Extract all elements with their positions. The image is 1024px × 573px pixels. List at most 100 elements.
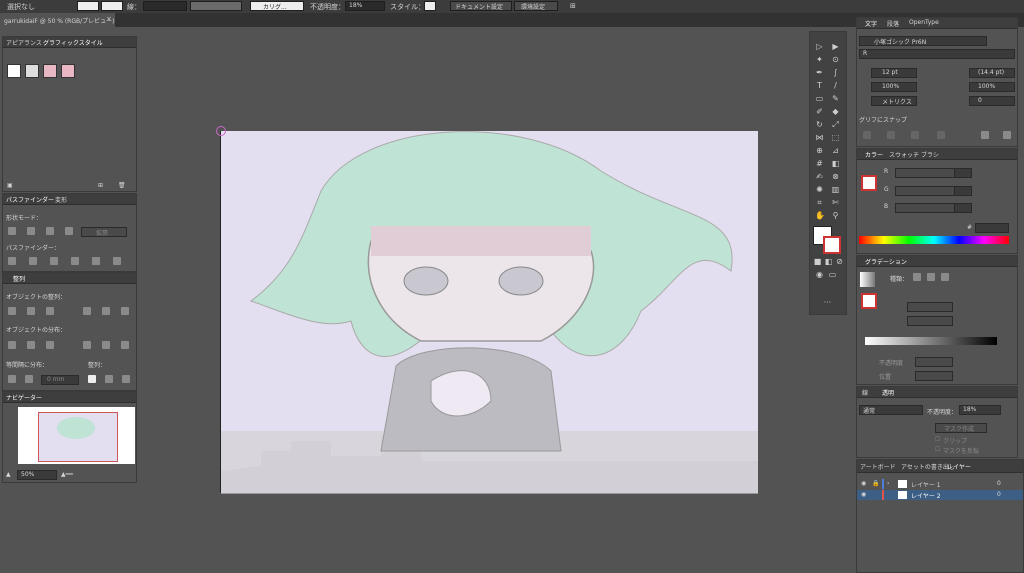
- layer-name[interactable]: レイヤー 1: [911, 480, 941, 489]
- edit-toolbar-icon[interactable]: ···: [823, 298, 832, 307]
- free-transform-tool-icon[interactable]: ⬚: [831, 133, 840, 142]
- new-style-icon[interactable]: ⊞: [98, 182, 103, 189]
- style-swatch-stroke[interactable]: [25, 64, 39, 78]
- eraser-tool-icon[interactable]: ◆: [831, 107, 840, 116]
- gradient-tool-icon[interactable]: ◧: [831, 159, 840, 168]
- distribute-right-button[interactable]: [121, 341, 129, 349]
- close-icon[interactable]: ×: [106, 15, 112, 23]
- snap-proximity-button[interactable]: [937, 131, 945, 139]
- unite-button[interactable]: [8, 227, 16, 235]
- symbol-sprayer-tool-icon[interactable]: ✺: [815, 185, 824, 194]
- zoom-slider[interactable]: ▲━━: [61, 471, 73, 478]
- variable-width-profile[interactable]: [190, 1, 242, 11]
- align-vcenter-button[interactable]: [102, 307, 110, 315]
- visibility-eye-icon[interactable]: ◉: [861, 491, 866, 498]
- zoom-out-icon[interactable]: ▲: [6, 471, 11, 478]
- none-mode-icon[interactable]: ⊘: [835, 257, 844, 266]
- tab-color[interactable]: カラー: [865, 150, 883, 159]
- gradient-slider[interactable]: [865, 337, 997, 345]
- style-swatch-default[interactable]: [7, 64, 21, 78]
- shape-builder-tool-icon[interactable]: ⊕: [815, 146, 824, 155]
- exclude-button[interactable]: [65, 227, 73, 235]
- distribute-top-button[interactable]: [8, 341, 16, 349]
- visibility-eye-icon[interactable]: ◉: [861, 480, 866, 487]
- tracking-field[interactable]: 0: [969, 96, 1015, 106]
- scale-tool-icon[interactable]: ⤢: [831, 120, 840, 129]
- delete-style-icon[interactable]: 🗑: [118, 182, 126, 189]
- align-right-button[interactable]: [46, 307, 54, 315]
- tab-swatches[interactable]: スウォッチ: [889, 150, 919, 159]
- snap-anchor-button[interactable]: [1003, 131, 1011, 139]
- outline-button[interactable]: [92, 257, 100, 265]
- linear-gradient-button[interactable]: [913, 273, 921, 281]
- tab-transform[interactable]: 変形: [55, 195, 67, 204]
- minus-front-button[interactable]: [27, 227, 35, 235]
- distribute-vspace-button[interactable]: [8, 375, 16, 383]
- font-family-dropdown[interactable]: 小塚ゴシック Pr6N: [859, 36, 987, 46]
- graph-tool-icon[interactable]: ▥: [831, 185, 840, 194]
- align-to-selection-button[interactable]: [88, 375, 96, 383]
- radial-gradient-button[interactable]: [927, 273, 935, 281]
- lock-icon[interactable]: 🔒: [872, 480, 879, 487]
- expand-button[interactable]: 拡張: [81, 227, 127, 237]
- eyedropper-tool-icon[interactable]: ✍: [815, 172, 824, 181]
- font-style-dropdown[interactable]: R: [859, 49, 1015, 59]
- curvature-tool-icon[interactable]: ∫: [831, 68, 840, 77]
- screen-mode-icon[interactable]: ▭: [828, 270, 837, 279]
- gradient-opacity-field[interactable]: [915, 357, 953, 367]
- tab-paragraph[interactable]: 段落: [887, 19, 899, 28]
- distribute-left-button[interactable]: [83, 341, 91, 349]
- style-swatch-pink[interactable]: [43, 64, 57, 78]
- stroke-swatch[interactable]: [101, 1, 123, 11]
- gradient-angle-field[interactable]: [907, 302, 953, 312]
- layer-target-icon[interactable]: 0: [997, 491, 1001, 498]
- freeform-gradient-button[interactable]: [941, 273, 949, 281]
- blend-tool-icon[interactable]: ⊗: [831, 172, 840, 181]
- align-to-artboard-button[interactable]: [122, 375, 130, 383]
- make-mask-button[interactable]: マスク作成: [935, 423, 987, 433]
- tab-stroke[interactable]: 線: [862, 388, 868, 397]
- brush-definition-dropdown[interactable]: カリグ...: [250, 1, 304, 11]
- b-field[interactable]: [954, 203, 972, 213]
- gradient-aspect-field[interactable]: [907, 316, 953, 326]
- hand-tool-icon[interactable]: ✋: [815, 211, 825, 220]
- vertical-scale-field[interactable]: 100%: [871, 82, 917, 92]
- opacity-field[interactable]: 18%: [345, 1, 385, 11]
- g-field[interactable]: [954, 186, 972, 196]
- document-settings-button[interactable]: ドキュメント設定: [450, 1, 512, 11]
- direct-selection-tool-icon[interactable]: ▶: [831, 42, 840, 51]
- snap-bounds-button[interactable]: [911, 131, 919, 139]
- line-tool-icon[interactable]: /: [831, 81, 840, 90]
- kerning-field[interactable]: メトリクス: [871, 96, 917, 106]
- draw-mode-icon[interactable]: ◉: [815, 270, 824, 279]
- stroke-weight-field[interactable]: [143, 1, 187, 11]
- pen-tool-icon[interactable]: ✒: [815, 68, 824, 77]
- color-spectrum[interactable]: [859, 236, 1009, 244]
- magic-wand-tool-icon[interactable]: ✦: [815, 55, 824, 64]
- document-tab[interactable]: garrukidaiF @ 50 % (RGB/プレビュー) ×: [0, 13, 115, 27]
- intersect-button[interactable]: [46, 227, 54, 235]
- g-slider[interactable]: [895, 186, 955, 196]
- stroke-color-icon[interactable]: [823, 236, 841, 254]
- rotate-tool-icon[interactable]: ↻: [815, 120, 824, 129]
- distribute-bottom-button[interactable]: [46, 341, 54, 349]
- paintbrush-tool-icon[interactable]: ✎: [831, 94, 840, 103]
- layer-target-icon[interactable]: 0: [997, 480, 1001, 487]
- lasso-tool-icon[interactable]: ⊙: [831, 55, 840, 64]
- tab-graphic-styles[interactable]: グラフィックスタイル: [43, 38, 103, 47]
- tab-pathfinder[interactable]: パスファインダー: [6, 195, 54, 204]
- crop-button[interactable]: [71, 257, 79, 265]
- type-tool-icon[interactable]: T: [815, 81, 824, 90]
- snap-xheight-button[interactable]: [887, 131, 895, 139]
- hex-field[interactable]: [975, 223, 1009, 233]
- tab-opentype[interactable]: OpenType: [909, 19, 939, 26]
- snap-baseline-button[interactable]: [863, 131, 871, 139]
- leading-field[interactable]: (14.4 pt): [969, 68, 1015, 78]
- fill-swatch[interactable]: [77, 1, 99, 11]
- color-fill-stroke-icon[interactable]: [861, 175, 877, 191]
- perspective-grid-tool-icon[interactable]: ⊿: [831, 146, 840, 155]
- invert-mask-checkbox[interactable]: ☐: [935, 446, 940, 453]
- tab-gradient[interactable]: グラデーション: [865, 257, 907, 266]
- gradient-preview[interactable]: [860, 272, 875, 287]
- artboard[interactable]: [220, 131, 758, 494]
